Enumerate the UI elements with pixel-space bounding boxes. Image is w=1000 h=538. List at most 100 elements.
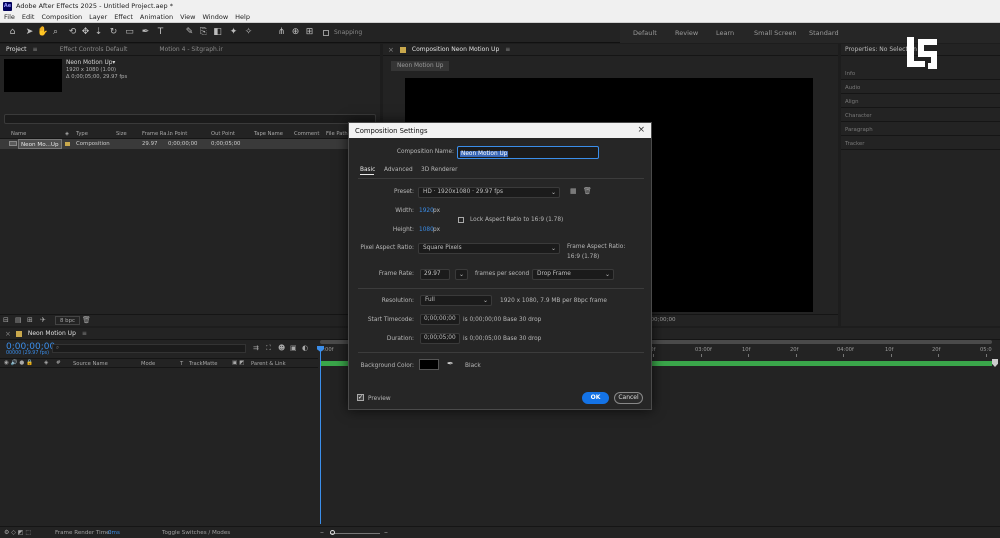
workspace-default[interactable]: Default	[633, 27, 657, 39]
current-time-indicator[interactable]	[320, 348, 321, 524]
tab-3d-renderer[interactable]: 3D Renderer	[421, 167, 457, 173]
col-tape-name[interactable]: Tape Name	[254, 131, 283, 137]
tab-timeline[interactable]: Neon Motion Up	[28, 330, 76, 337]
start-timecode-input[interactable]: 0;00;00;00	[420, 314, 460, 325]
eyedropper-icon[interactable]: ✒	[447, 359, 454, 368]
zoom-slider[interactable]	[330, 533, 380, 534]
col-type[interactable]: Type	[76, 131, 88, 137]
av-switches-icon[interactable]: ◉ 🔊 ● 🔒	[4, 360, 33, 366]
comp-sub-tab[interactable]: Neon Motion Up	[391, 61, 450, 71]
comp-info-name[interactable]: Neon Motion Up▾	[66, 60, 115, 66]
drop-frame-dropdown[interactable]: Drop Frame ⌄	[532, 269, 614, 280]
cancel-button[interactable]: Cancel	[614, 392, 643, 404]
pixel-aspect-dropdown[interactable]: Square Pixels ⌄	[418, 243, 560, 254]
height-value[interactable]: 1080	[419, 227, 434, 233]
orbit-icon[interactable]: ⟲	[67, 27, 78, 38]
draft-3d-icon[interactable]: ⛶	[266, 344, 271, 353]
save-preset-icon[interactable]: ▦	[570, 187, 577, 195]
footer-switch-icons[interactable]: ⚙ ◇ ◩ ⬚	[4, 529, 31, 536]
col-track-matte[interactable]: TrackMatte	[189, 361, 218, 367]
col-name[interactable]: Name	[11, 131, 26, 137]
shy-icon[interactable]: ☻	[278, 344, 285, 352]
workspace-learn[interactable]: Learn	[716, 27, 734, 39]
toggle-switches-modes[interactable]: Toggle Switches / Modes	[162, 530, 230, 536]
project-search-input[interactable]	[4, 114, 376, 124]
zoom-icon[interactable]: ⌕	[50, 27, 61, 38]
frame-blend-icon[interactable]: ▣	[290, 344, 297, 352]
brush-icon[interactable]: ✎	[184, 27, 195, 38]
menu-view[interactable]: View	[180, 13, 195, 21]
new-folder-icon[interactable]: ▤	[15, 316, 22, 324]
menu-animation[interactable]: Animation	[140, 13, 173, 21]
dolly-icon[interactable]: ⇣	[93, 27, 104, 38]
duration-input[interactable]: 0;00;05;00	[420, 333, 460, 344]
tab-motion[interactable]: Motion 4 - Sitgraph.ir	[159, 46, 222, 53]
new-comp-icon[interactable]: ⊞	[27, 316, 33, 324]
comp-lock-icon[interactable]	[15, 330, 22, 337]
col-source-name[interactable]: Source Name	[73, 361, 108, 367]
label-color-swatch[interactable]	[65, 142, 70, 146]
menu-window[interactable]: Window	[203, 13, 229, 21]
menu-file[interactable]: File	[4, 13, 15, 21]
tab-composition[interactable]: Composition Neon Motion Up	[412, 46, 499, 53]
pan-icon[interactable]: ✥	[80, 27, 91, 38]
tab-basic[interactable]: Basic	[360, 167, 375, 173]
frame-rate-input[interactable]: 29.97	[420, 269, 450, 280]
timeline-search-input[interactable]: ⌕	[52, 344, 246, 353]
col-mode[interactable]: Mode	[141, 361, 155, 367]
zoom-out-icon[interactable]: ⌢	[320, 529, 324, 537]
rect-mask-icon[interactable]: ▭	[124, 27, 135, 38]
col-file-path[interactable]: File Path	[326, 131, 348, 137]
close-timeline-icon[interactable]: ×	[5, 330, 11, 338]
menu-layer[interactable]: Layer	[89, 13, 107, 21]
table-row[interactable]: Neon Mo...Up Composition 29.97 0;00;00;0…	[0, 139, 380, 149]
bg-color-swatch[interactable]	[419, 359, 439, 370]
delete-preset-icon[interactable]: 🗑	[583, 187, 592, 195]
width-value[interactable]: 1920	[419, 208, 434, 214]
panel-align[interactable]: Align	[841, 96, 1000, 108]
tab-advanced[interactable]: Advanced	[384, 167, 413, 173]
render-icon[interactable]: ✈	[40, 316, 46, 324]
work-area-end-handle[interactable]	[992, 359, 998, 367]
close-icon[interactable]: ×	[388, 46, 394, 54]
col-t[interactable]: T	[180, 361, 183, 367]
eraser-icon[interactable]: ◧	[212, 27, 223, 38]
local-axis-icon[interactable]: ⋔	[276, 27, 287, 38]
panel-paragraph[interactable]: Paragraph	[841, 124, 1000, 136]
comp-mini-flowchart-icon[interactable]: ⇉	[253, 344, 259, 352]
selection-icon[interactable]: ➤	[24, 27, 35, 38]
interpret-footage-icon[interactable]: ⊟	[3, 316, 9, 324]
home-icon[interactable]: ⌂	[7, 27, 18, 38]
menu-effect[interactable]: Effect	[114, 13, 133, 21]
frame-rate-dropdown[interactable]: ⌄	[455, 269, 468, 280]
zoom-slider-thumb[interactable]	[330, 530, 335, 535]
preview-checkbox[interactable]: ✓	[357, 394, 364, 401]
tab-effect-controls[interactable]: Effect Controls Default	[60, 46, 128, 53]
panel-character[interactable]: Character	[841, 110, 1000, 122]
lock-icon[interactable]	[399, 46, 406, 53]
workspace-review[interactable]: Review	[675, 27, 698, 39]
puppet-icon[interactable]: ✧	[243, 27, 254, 38]
col-parent-link[interactable]: Parent & Link	[251, 361, 286, 367]
col-out-point[interactable]: Out Point	[211, 131, 235, 137]
menu-help[interactable]: Help	[235, 13, 250, 21]
tab-project[interactable]: Project	[6, 46, 27, 53]
col-comment[interactable]: Comment	[294, 131, 319, 137]
zoom-in-icon[interactable]: ⌣	[384, 529, 388, 537]
label-column-icon[interactable]: ◈	[44, 360, 48, 366]
hand-icon[interactable]: ✋	[37, 27, 48, 38]
trash-icon[interactable]: 🗑	[82, 316, 91, 324]
world-axis-icon[interactable]: ⊕	[290, 27, 301, 38]
panel-audio[interactable]: Audio	[841, 82, 1000, 94]
roto-icon[interactable]: ✦	[228, 27, 239, 38]
view-axis-icon[interactable]: ⊞	[304, 27, 315, 38]
dialog-close-icon[interactable]: ×	[637, 125, 645, 135]
tag-icon[interactable]: ◈	[65, 131, 69, 137]
row-name[interactable]: Neon Mo...Up	[18, 139, 62, 149]
type-icon[interactable]: T	[155, 27, 166, 38]
preset-dropdown[interactable]: HD · 1920x1080 · 29.97 fps ⌄	[418, 187, 560, 198]
panel-tracker[interactable]: Tracker	[841, 138, 1000, 150]
menu-edit[interactable]: Edit	[22, 13, 35, 21]
snapping-checkbox[interactable]	[323, 30, 329, 36]
ok-button[interactable]: OK	[582, 392, 609, 404]
